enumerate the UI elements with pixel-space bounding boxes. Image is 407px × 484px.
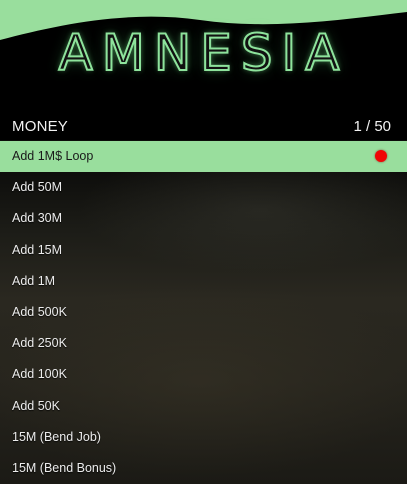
- menu-item-label: Add 500K: [12, 304, 67, 319]
- menu-item-label: Add 1M$ Loop: [12, 149, 94, 163]
- menu-item-list: Add 1M$ Loop Add 50M Add 30M Add 15M Add…: [0, 141, 407, 484]
- menu-item-label: Add 30M: [12, 211, 63, 226]
- mod-menu: AMNESIA MONEY 1 / 50 Add 1M$ Loop Add 50…: [0, 0, 407, 484]
- menu-item-add-500k[interactable]: Add 500K: [0, 297, 407, 328]
- menu-item-15m-bend-job[interactable]: 15M (Bend Job): [0, 422, 407, 453]
- menu-item-add-1m-loop[interactable]: Add 1M$ Loop: [0, 141, 407, 173]
- menu-item-add-100k[interactable]: Add 100K: [0, 359, 407, 390]
- menu-item-add-30m[interactable]: Add 30M: [0, 203, 407, 234]
- menu-item-add-15m[interactable]: Add 15M: [0, 235, 407, 266]
- menu-header: AMNESIA: [0, 0, 407, 113]
- toggle-off-indicator-icon[interactable]: [375, 150, 387, 162]
- amnesia-logo: AMNESIA: [57, 23, 349, 83]
- menu-item-label: 15M (Bend Job): [12, 429, 101, 444]
- page-counter: 1 / 50: [353, 118, 391, 135]
- menu-item-label: Add 50M: [12, 180, 63, 195]
- menu-item-add-250k[interactable]: Add 250K: [0, 328, 407, 359]
- section-title-bar: MONEY 1 / 50: [0, 113, 407, 140]
- menu-item-label: 15M (Bend Bonus): [12, 460, 117, 475]
- menu-item-label: Add 100K: [12, 367, 67, 382]
- menu-item-label: Add 1M: [12, 273, 56, 288]
- menu-item-15m-bend-bonus[interactable]: 15M (Bend Bonus): [0, 453, 407, 484]
- menu-item-label: Add 50K: [12, 398, 60, 413]
- menu-item-add-50k[interactable]: Add 50K: [0, 391, 407, 422]
- menu-item-add-1m[interactable]: Add 1M: [0, 266, 407, 297]
- menu-item-label: Add 15M: [12, 242, 63, 257]
- section-title: MONEY: [12, 118, 69, 135]
- menu-item-label: Add 250K: [12, 336, 67, 351]
- menu-item-add-50m[interactable]: Add 50M: [0, 172, 407, 203]
